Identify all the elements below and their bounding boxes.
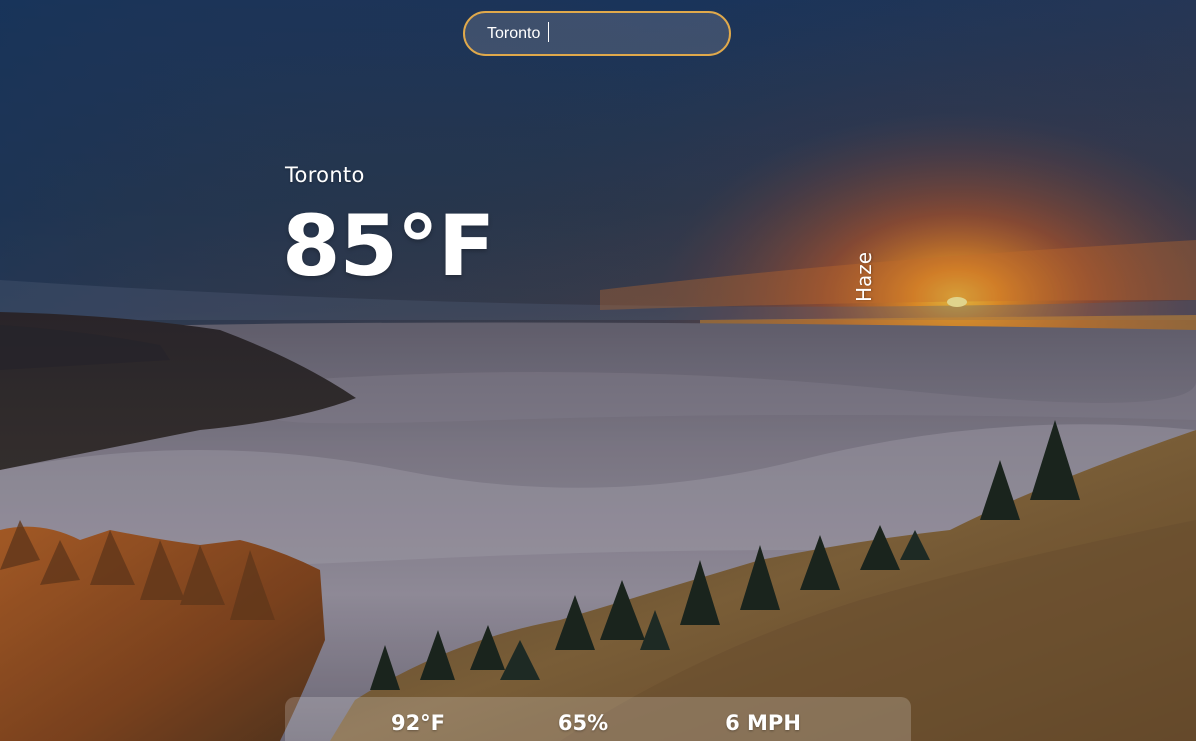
weather-stats-panel: 92°F 65% 6 MPH [285,697,911,741]
temperature-value: 85°F [282,197,495,295]
city-name: Toronto [285,163,365,187]
humidity-value: 65% [557,711,609,735]
search-box[interactable] [463,11,731,56]
feels-like-value: 92°F [390,711,446,735]
weather-condition: Haze [852,251,876,302]
weather-app: Toronto 85°F Haze 92°F 65% 6 MPH [0,0,1196,741]
search-input[interactable] [487,13,707,54]
text-caret [548,22,549,42]
background-overlay [0,0,1196,741]
wind-speed-value: 6 MPH [725,711,801,735]
